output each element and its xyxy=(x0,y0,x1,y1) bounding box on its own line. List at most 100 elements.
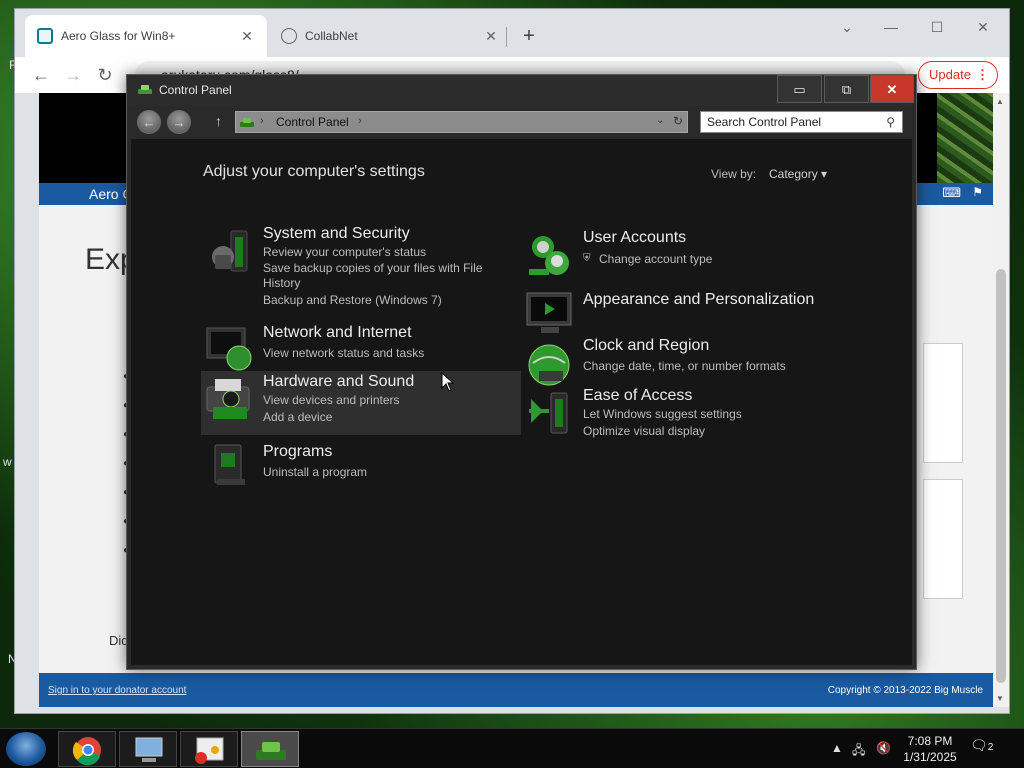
category-title[interactable]: System and Security xyxy=(263,225,410,243)
start-button[interactable] xyxy=(6,732,46,766)
menu-dots-icon[interactable]: ⋮ xyxy=(976,62,989,88)
network-globe-icon xyxy=(206,327,252,371)
computer-icon xyxy=(135,737,163,762)
category-user-accounts: User Accounts ⛨ Change account type xyxy=(521,227,841,277)
view-by-dropdown[interactable]: Category ▾ xyxy=(769,167,827,181)
accessibility-icon xyxy=(529,392,568,434)
back-button[interactable]: ← xyxy=(137,110,161,134)
category-link[interactable]: Save backup copies of your files with Fi… xyxy=(263,261,503,291)
control-panel-icon xyxy=(240,118,254,127)
chevron-right-icon[interactable]: › xyxy=(260,115,264,127)
flag-icon[interactable]: ⚑ xyxy=(972,185,983,199)
restore-button[interactable]: ⧉ xyxy=(824,75,869,103)
up-arrow-icon[interactable]: ↑ xyxy=(215,113,222,129)
category-title[interactable]: Ease of Access xyxy=(583,387,692,405)
category-link[interactable]: Add a device xyxy=(263,410,332,424)
new-tab-button[interactable]: + xyxy=(517,26,541,46)
mouse-cursor xyxy=(441,372,455,392)
category-link[interactable]: Optimize visual display xyxy=(583,424,705,438)
category-link[interactable]: Change date, time, or number formats xyxy=(583,359,786,373)
volume-muted-icon[interactable]: 🔇 xyxy=(876,741,891,755)
uac-shield-icon: ⛨ xyxy=(583,253,591,264)
notification-count: 2 xyxy=(987,742,994,753)
category-network-internet: Network and Internet View network status… xyxy=(201,322,521,371)
control-panel-icon xyxy=(138,85,152,94)
donator-signin-link[interactable]: Sign in to your donator account xyxy=(48,685,186,696)
close-tab-icon[interactable]: ✕ xyxy=(483,28,499,45)
taskbar-explorer[interactable] xyxy=(119,731,177,767)
category-title[interactable]: Programs xyxy=(263,443,332,461)
chevron-down-icon[interactable]: ⌄ xyxy=(656,115,664,126)
printer-icon xyxy=(206,379,250,419)
monitor-icon xyxy=(526,292,572,333)
category-appearance: Appearance and Personalization xyxy=(521,287,841,333)
category-link[interactable]: Let Windows suggest settings xyxy=(583,407,742,421)
category-clock-region: Clock and Region Change date, time, or n… xyxy=(521,335,841,386)
tab-search-button[interactable]: ⌄ xyxy=(833,19,861,36)
category-title[interactable]: Hardware and Sound xyxy=(263,373,414,391)
taskbar-certificate[interactable] xyxy=(180,731,238,767)
scroll-up-icon[interactable]: ▲ xyxy=(996,97,1004,106)
update-button[interactable]: Update ⋮ xyxy=(918,61,998,89)
search-icon[interactable]: ⚲ xyxy=(886,112,895,132)
category-title[interactable]: Appearance and Personalization xyxy=(583,291,814,309)
side-panel-box xyxy=(923,479,963,599)
category-title[interactable]: User Accounts xyxy=(583,229,686,247)
network-icon[interactable]: 🖧 xyxy=(852,741,865,762)
system-clock[interactable]: 7:08 PM 1/31/2025 xyxy=(900,733,960,765)
close-button[interactable]: ✕ xyxy=(870,75,914,103)
close-window-button[interactable]: ✕ xyxy=(969,19,997,36)
tab-strip: Aero Glass for Win8+ ✕ CollabNet ✕ + ⌄ —… xyxy=(15,9,1009,57)
taskbar-chrome[interactable] xyxy=(58,731,116,767)
forward-button[interactable]: → xyxy=(167,110,191,134)
category-link[interactable]: Backup and Restore (Windows 7) xyxy=(263,293,442,307)
refresh-icon[interactable]: ↻ xyxy=(673,114,683,128)
users-icon xyxy=(529,236,569,275)
address-breadcrumb[interactable]: › Control Panel › ⌄ ↻ xyxy=(235,111,688,133)
back-button[interactable]: ← xyxy=(29,65,53,85)
scroll-down-icon[interactable]: ▼ xyxy=(996,694,1004,703)
desktop-text-fragment: w xyxy=(3,455,12,469)
category-hardware-sound[interactable]: Hardware and Sound View devices and prin… xyxy=(201,371,521,435)
site-footer: Sign in to your donator account Copyrigh… xyxy=(39,673,993,707)
side-panel-box xyxy=(923,343,963,463)
maximize-button[interactable]: ☐ xyxy=(923,19,951,36)
tab-divider xyxy=(506,27,507,47)
category-ease-of-access: Ease of Access Let Windows suggest setti… xyxy=(521,385,841,445)
shield-icon xyxy=(212,230,248,272)
show-hidden-icons-button[interactable]: ▲ xyxy=(831,741,843,755)
control-panel-window: Control Panel ▭ ⧉ ✕ ← → ↑ › Control Pane… xyxy=(126,74,917,670)
action-center-icon[interactable]: 🗨2 xyxy=(970,737,993,754)
category-programs: Programs Uninstall a program xyxy=(201,439,521,485)
window-title: Control Panel xyxy=(159,83,232,97)
category-title[interactable]: Clock and Region xyxy=(583,337,709,355)
reload-button[interactable]: ↻ xyxy=(93,65,117,85)
search-placeholder: Search Control Panel xyxy=(707,115,822,129)
tab-title: CollabNet xyxy=(305,29,358,43)
chevron-right-icon[interactable]: › xyxy=(358,115,362,127)
minimize-button[interactable]: — xyxy=(877,19,905,35)
category-title[interactable]: Network and Internet xyxy=(263,324,412,342)
forward-button[interactable]: → xyxy=(61,65,85,85)
category-link[interactable]: Review your computer's status xyxy=(263,245,426,259)
minimize-button[interactable]: ▭ xyxy=(777,75,822,103)
search-input[interactable]: Search Control Panel ⚲ xyxy=(700,111,903,133)
scrollbar-thumb[interactable] xyxy=(996,269,1006,683)
page-scrollbar[interactable]: ▲ ▼ xyxy=(993,93,1009,707)
close-tab-icon[interactable]: ✕ xyxy=(239,28,255,45)
tab-collabnet[interactable]: CollabNet ✕ xyxy=(269,15,511,57)
breadcrumb-control-panel[interactable]: Control Panel xyxy=(276,115,349,129)
tab-aero-glass[interactable]: Aero Glass for Win8+ ✕ xyxy=(25,15,267,57)
category-link[interactable]: View devices and printers xyxy=(263,393,400,407)
title-bar[interactable]: Control Panel ▭ ⧉ ✕ xyxy=(127,75,916,105)
keyboard-icon[interactable]: ⌨ xyxy=(942,185,961,201)
category-link[interactable]: Uninstall a program xyxy=(263,465,367,479)
control-panel-content: Adjust your computer's settings View by:… xyxy=(131,139,912,665)
category-link[interactable]: View network status and tasks xyxy=(263,346,424,360)
programs-icon xyxy=(214,444,245,485)
taskbar-control-panel[interactable] xyxy=(241,731,299,767)
category-link[interactable]: Change account type xyxy=(599,252,712,266)
tab-title: Aero Glass for Win8+ xyxy=(61,29,176,43)
globe-icon xyxy=(281,28,297,44)
clock-date: 1/31/2025 xyxy=(903,750,957,764)
